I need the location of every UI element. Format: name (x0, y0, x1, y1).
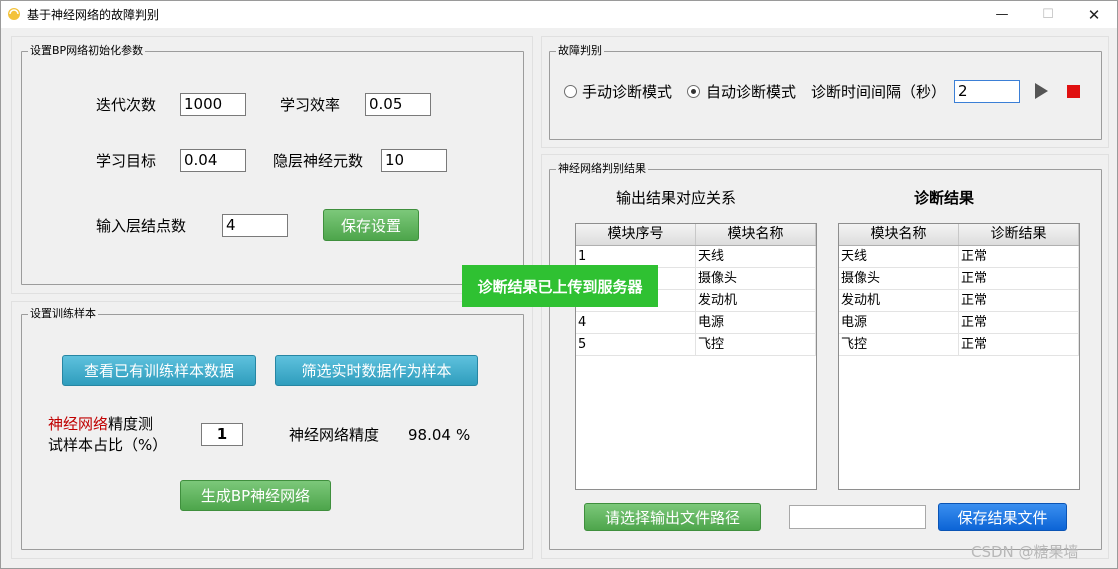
learning-rate-input[interactable]: 0.05 (365, 93, 431, 116)
mapping-cell-index: 1 (576, 246, 696, 267)
results-group-title: 神经网络判别结果 (556, 162, 648, 176)
table-row[interactable]: 电源 正常 (839, 312, 1079, 334)
diagnosis-cell-name: 发动机 (839, 290, 959, 311)
diagnosis-cell-result: 正常 (959, 334, 1079, 355)
upload-toast: 诊断结果已上传到服务器 (462, 265, 658, 307)
mapping-cell-index: 4 (576, 312, 696, 333)
diagnosis-cell-result: 正常 (959, 268, 1079, 289)
table-row[interactable]: 5 飞控 (576, 334, 816, 356)
mapping-cell-name: 发动机 (696, 290, 816, 311)
main-window: 基于神经网络的故障判别 — ☐ ✕ 设置BP网络初始化参数 迭代次数 1000 … (0, 0, 1118, 569)
hidden-neurons-label: 隐层神经元数 (273, 152, 364, 170)
manual-mode-radio[interactable] (564, 85, 577, 98)
diagnosis-cell-name: 飞控 (839, 334, 959, 355)
test-ratio-label-rest: 精度测 (108, 415, 154, 433)
training-group-title: 设置训练样本 (28, 307, 98, 321)
table-row[interactable]: 发动机 正常 (839, 290, 1079, 312)
maximize-button[interactable]: ☐ (1025, 1, 1071, 28)
diagnosis-cell-name: 电源 (839, 312, 959, 333)
watermark: CSDN @糖果墙 (971, 543, 1079, 561)
table-row[interactable]: 飞控 正常 (839, 334, 1079, 356)
diagnosis-grid[interactable]: 模块名称 诊断结果 天线 正常 摄像头 正常 发动机 正常 电源 正常 飞控 正… (838, 223, 1080, 490)
minimize-button[interactable]: — (979, 1, 1025, 28)
fault-panel: 故障判别 手动诊断模式 自动诊断模式 诊断时间间隔（秒） 2 (541, 36, 1109, 148)
iterations-input[interactable]: 1000 (180, 93, 246, 116)
output-path-input[interactable] (789, 505, 926, 529)
accuracy-value: 98.04 (408, 426, 451, 444)
diagnosis-cell-result: 正常 (959, 312, 1079, 333)
diagnosis-cell-result: 正常 (959, 290, 1079, 311)
choose-output-path-button[interactable]: 请选择输出文件路径 (584, 503, 761, 531)
accuracy-unit: % (456, 426, 471, 444)
learning-rate-label: 学习效率 (280, 96, 341, 114)
mapping-cell-name: 电源 (696, 312, 816, 333)
mapping-cell-name: 摄像头 (696, 268, 816, 289)
generate-bp-button[interactable]: 生成BP神经网络 (180, 480, 331, 511)
interval-input[interactable]: 2 (954, 80, 1020, 103)
input-nodes-input[interactable]: 4 (222, 214, 288, 237)
target-label: 学习目标 (96, 152, 157, 170)
results-group: 神经网络判别结果 输出结果对应关系 诊断结果 模块序号 模块名称 1 天线 摄像… (549, 162, 1102, 550)
mapping-title: 输出结果对应关系 (616, 189, 737, 207)
bp-params-group: 设置BP网络初始化参数 迭代次数 1000 学习效率 0.05 学习目标 0.0… (21, 44, 524, 285)
training-group: 设置训练样本 查看已有训练样本数据 筛选实时数据作为样本 神经网络精度测 试样本… (21, 307, 524, 550)
mapping-col-index[interactable]: 模块序号 (576, 224, 696, 245)
test-ratio-label-red: 神经网络 (48, 415, 109, 433)
test-ratio-label-line2: 试样本占比（%） (48, 436, 168, 454)
hidden-neurons-input[interactable]: 10 (381, 149, 447, 172)
app-icon (8, 8, 20, 20)
input-nodes-label: 输入层结点数 (96, 217, 187, 235)
mapping-grid-header: 模块序号 模块名称 (576, 224, 816, 246)
mapping-grid[interactable]: 模块序号 模块名称 1 天线 摄像头 发动机 4 电源 5 飞控 (575, 223, 817, 490)
diagnosis-cell-name: 天线 (839, 246, 959, 267)
table-row[interactable]: 天线 正常 (839, 246, 1079, 268)
fault-group: 故障判别 手动诊断模式 自动诊断模式 诊断时间间隔（秒） 2 (549, 44, 1102, 140)
diagnosis-col-result[interactable]: 诊断结果 (959, 224, 1079, 245)
results-panel: 神经网络判别结果 输出结果对应关系 诊断结果 模块序号 模块名称 1 天线 摄像… (541, 154, 1109, 559)
test-ratio-input[interactable]: 1 (201, 423, 243, 446)
filter-realtime-button[interactable]: 筛选实时数据作为样本 (275, 355, 478, 386)
mapping-col-name[interactable]: 模块名称 (696, 224, 816, 245)
bp-params-group-title: 设置BP网络初始化参数 (28, 44, 146, 58)
save-result-file-button[interactable]: 保存结果文件 (938, 503, 1067, 531)
save-settings-button[interactable]: 保存设置 (323, 209, 419, 241)
accuracy-label: 神经网络精度 (289, 426, 380, 444)
manual-mode-label[interactable]: 手动诊断模式 (582, 82, 672, 102)
mapping-cell-name: 天线 (696, 246, 816, 267)
mapping-cell-index: 5 (576, 334, 696, 355)
diagnosis-grid-header: 模块名称 诊断结果 (839, 224, 1079, 246)
diagnosis-title: 诊断结果 (914, 189, 975, 207)
title-bar: 基于神经网络的故障判别 — ☐ ✕ (1, 1, 1117, 28)
interval-label: 诊断时间间隔（秒） (811, 83, 947, 101)
fault-group-title: 故障判别 (556, 44, 604, 58)
mapping-cell-name: 飞控 (696, 334, 816, 355)
play-icon[interactable] (1033, 82, 1049, 100)
table-row[interactable]: 4 电源 (576, 312, 816, 334)
auto-mode-label[interactable]: 自动诊断模式 (706, 82, 796, 102)
diagnosis-cell-result: 正常 (959, 246, 1079, 267)
test-ratio-label-line1: 神经网络精度测 (48, 414, 153, 434)
iterations-label: 迭代次数 (96, 96, 157, 114)
target-input[interactable]: 0.04 (180, 149, 246, 172)
auto-mode-radio[interactable] (687, 85, 700, 98)
training-panel: 设置训练样本 查看已有训练样本数据 筛选实时数据作为样本 神经网络精度测 试样本… (11, 301, 533, 559)
diagnosis-cell-name: 摄像头 (839, 268, 959, 289)
stop-icon[interactable] (1067, 85, 1080, 98)
bp-params-panel: 设置BP网络初始化参数 迭代次数 1000 学习效率 0.05 学习目标 0.0… (11, 36, 533, 294)
view-samples-button[interactable]: 查看已有训练样本数据 (62, 355, 256, 386)
window-title: 基于神经网络的故障判别 (27, 8, 160, 22)
close-button[interactable]: ✕ (1071, 1, 1117, 28)
diagnosis-col-name[interactable]: 模块名称 (839, 224, 959, 245)
table-row[interactable]: 摄像头 正常 (839, 268, 1079, 290)
